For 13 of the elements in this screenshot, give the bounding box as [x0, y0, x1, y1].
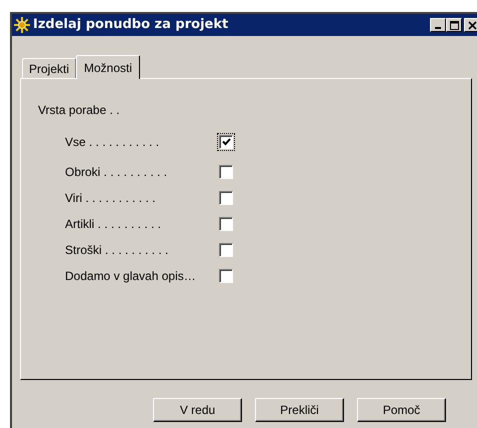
tab[interactable]: Možnosti	[76, 55, 140, 79]
option-label: Stroški . . . . . . . . . .	[65, 242, 170, 259]
option-label: Viri . . . . . . . . . . .	[65, 190, 156, 207]
option-label: Vse . . . . . . . . . . .	[65, 134, 160, 151]
dialog-button[interactable]: Prekliči	[255, 398, 344, 422]
tab[interactable]: Projekti	[22, 58, 76, 78]
option-label: Artikli . . . . . . . . . .	[65, 216, 162, 233]
dialog-button[interactable]: Pomoč	[357, 398, 446, 422]
group-label: Vrsta porabe . .	[38, 102, 121, 117]
dialog-button[interactable]: V redu	[153, 398, 242, 422]
option-label: Obroki . . . . . . . . . .	[65, 164, 168, 181]
option-label: Dodamo v glavah opis…	[65, 268, 197, 285]
window-title: Izdelaj ponudbo za projekt	[33, 16, 230, 34]
